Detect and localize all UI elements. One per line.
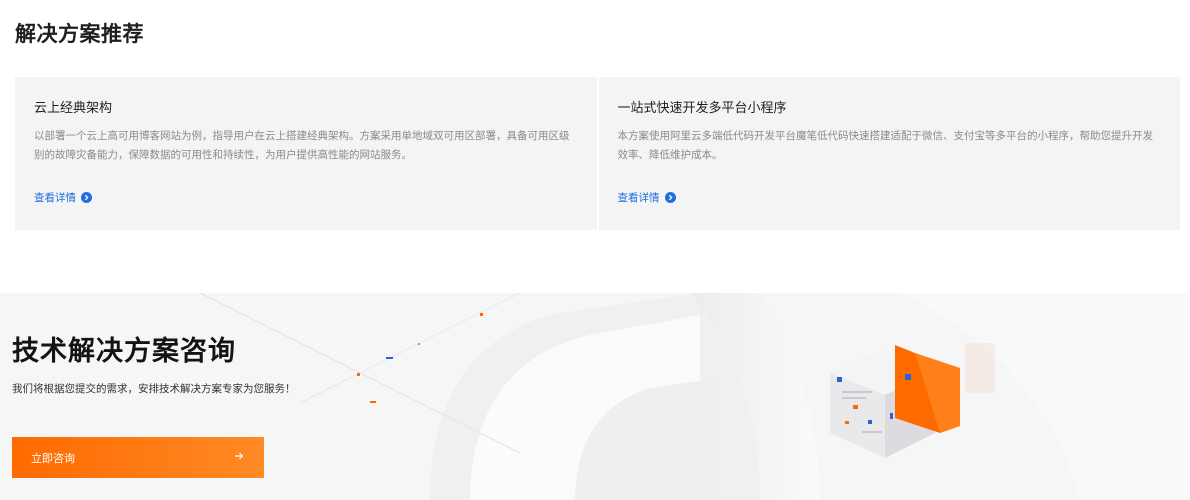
card-description: 本方案使用阿里云多端低代码开发平台魔笔低代码快速搭建适配于微信、支付宝等多平台的… — [617, 130, 1154, 161]
view-details-link[interactable]: 查看详情 — [34, 190, 92, 205]
view-details-link[interactable]: 查看详情 — [618, 190, 676, 205]
solution-card[interactable]: 云上经典架构 以部署一个云上高可用博客网站为例，指导用户在云上搭建经典架构。方案… — [15, 77, 597, 230]
view-details-label: 查看详情 — [34, 192, 76, 204]
consult-now-button[interactable]: 立即咨询 — [12, 437, 264, 478]
solution-card[interactable]: 一站式快速开发多平台小程序 本方案使用阿里云多端低代码开发平台魔笔低代码快速搭建… — [598, 77, 1180, 230]
card-description: 以部署一个云上高可用博客网站为例，指导用户在云上搭建经典架构。方案采用单地域双可… — [34, 130, 570, 161]
arrow-right-icon — [234, 450, 244, 464]
view-details-label: 查看详情 — [617, 192, 660, 204]
consult-banner: 技术解决方案咨询 我们将根据您提交的需求，安排技术解决方案专家为您服务！ 立即咨… — [0, 293, 1190, 500]
consult-now-label: 立即咨询 — [31, 451, 75, 465]
section-title: 解决方案推荐 — [15, 22, 144, 46]
banner-subtitle: 我们将根据您提交的需求，安排技术解决方案专家为您服务！ — [12, 383, 296, 395]
chevron-right-circle-icon — [664, 192, 676, 203]
chevron-right-circle-icon — [81, 192, 92, 203]
solution-cards: 云上经典架构 以部署一个云上高可用博客网站为例，指导用户在云上搭建经典架构。方案… — [15, 77, 1180, 230]
banner-title: 技术解决方案咨询 — [12, 336, 236, 367]
card-title: 云上经典架构 — [34, 101, 113, 116]
card-title: 一站式快速开发多平台小程序 — [617, 101, 787, 116]
